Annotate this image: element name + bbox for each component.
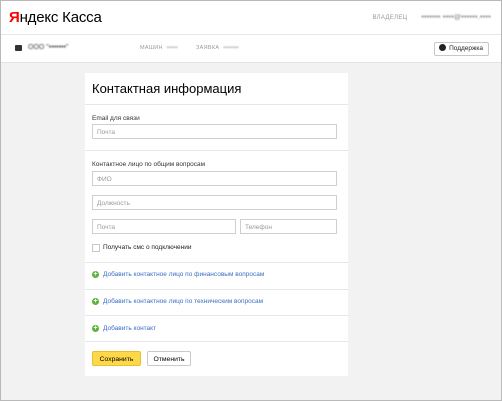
shop-icon (15, 44, 22, 51)
window: Яндекс Касса ВЛАДЕЛЕЦ ••••••• ••••@•••••… (0, 0, 502, 401)
request-label: ЗАЯВКА (196, 45, 220, 51)
request-id: ЗАЯВКА ••••••• (196, 45, 239, 51)
yandex-kassa-logo[interactable]: Яндекс Касса (9, 9, 102, 26)
support-button[interactable]: Поддержка (434, 42, 489, 56)
top-bar: Яндекс Касса ВЛАДЕЛЕЦ ••••••• ••••@•••••… (1, 1, 501, 35)
add-contact-link[interactable]: Добавить контакт (103, 325, 156, 332)
add-icon[interactable]: + (92, 298, 99, 305)
fullname-field[interactable]: ФИО (92, 171, 337, 186)
shop-id-label: МАШИН (140, 45, 163, 51)
logo-text: ндекс Касса (19, 9, 102, 26)
add-tech-contact-link[interactable]: Добавить контактное лицо по техническим … (103, 298, 263, 305)
owner-info: ВЛАДЕЛЕЦ ••••••• ••••@••••••.•••• (372, 14, 491, 21)
add-finance-contact-link[interactable]: Добавить контактное лицо по финансовым в… (103, 271, 264, 278)
owner-value[interactable]: ••••••• ••••@••••••.•••• (421, 14, 491, 21)
add-icon[interactable]: + (92, 325, 99, 332)
general-contact-label: Контактное лицо по общим вопросам (92, 161, 206, 168)
shop-name: ООО "•••••••" (28, 44, 69, 51)
divider (85, 104, 348, 105)
sms-checkbox[interactable] (92, 244, 100, 252)
contact-form: Контактная информация Email для связи По… (85, 73, 348, 376)
contact-email-field[interactable]: Почта (92, 219, 236, 234)
save-button[interactable]: Сохранить (92, 351, 141, 366)
position-field[interactable]: Должность (92, 195, 337, 210)
divider (85, 315, 348, 316)
page-title: Контактная информация (92, 81, 242, 96)
add-icon[interactable]: + (92, 271, 99, 278)
shop-selector[interactable]: ООО "•••••••" (15, 44, 68, 51)
logo-letter: Я (9, 9, 20, 26)
email-field[interactable]: Почта (92, 124, 337, 139)
owner-label: ВЛАДЕЛЕЦ (372, 15, 408, 21)
request-value: ••••••• (223, 45, 239, 51)
support-label: Поддержка (449, 45, 483, 52)
divider (85, 150, 348, 151)
headset-icon (439, 44, 447, 51)
sms-checkbox-label[interactable]: Получать смс о подключении (103, 244, 192, 251)
divider (85, 262, 348, 263)
shop-id-value: ••••• (166, 45, 178, 51)
shop-bar: ООО "•••••••" МАШИН ••••• ЗАЯВКА ••••••• П… (1, 35, 501, 63)
divider (85, 341, 348, 342)
shop-id: МАШИН ••••• (140, 45, 178, 51)
phone-field[interactable]: Телефон (240, 219, 337, 234)
cancel-button[interactable]: Отменить (147, 351, 191, 366)
divider (85, 289, 348, 290)
email-label: Email для связи (92, 115, 140, 122)
